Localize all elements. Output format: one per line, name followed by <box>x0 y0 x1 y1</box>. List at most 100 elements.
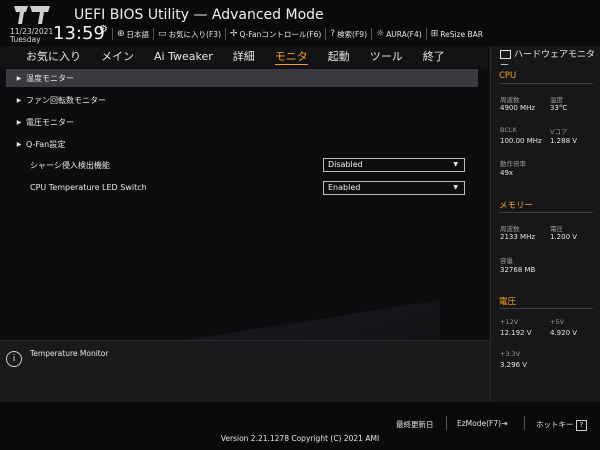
favorites-button[interactable]: ▭ お気に入り(F3) <box>153 28 225 40</box>
bclk-value: 100.00 MHz <box>500 137 542 145</box>
caret-down-icon: ▼ <box>453 184 458 191</box>
aura-button[interactable]: ☼ AURA(F4) <box>371 28 426 40</box>
tab-favorites[interactable]: お気に入り <box>0 46 91 68</box>
aura-label: AURA(F4) <box>386 29 422 39</box>
tab-boot[interactable]: 起動 <box>318 46 360 68</box>
info-icon: i <box>6 351 22 367</box>
submenu-label: 温度モニター <box>26 73 74 83</box>
tuf-logo <box>14 6 50 24</box>
divider <box>499 83 593 84</box>
hotkeys-label: ホットキー <box>536 420 574 429</box>
mem-freq-label: 周波数 <box>500 225 520 233</box>
submenu-label: Q-Fan設定 <box>26 139 66 149</box>
divider <box>524 416 525 430</box>
cpu-temp-value: 33°C <box>550 104 568 112</box>
ratio-label: 動作倍率 <box>500 160 526 168</box>
submenu-qfan-settings[interactable]: ▶ Q-Fan設定 <box>6 135 478 153</box>
tab-tool[interactable]: ツール <box>360 46 413 68</box>
clock-time[interactable]: 13:59 <box>53 23 105 44</box>
mem-capacity-label: 容量 <box>500 257 513 265</box>
chevron-right-icon: ▶ <box>16 140 22 148</box>
memory-heading: メモリー <box>499 201 534 211</box>
main-menu-bar: お気に入り メイン Ai Tweaker 詳細 モニタ 起動 ツール 終了 <box>0 46 490 68</box>
fan-icon: ✢ <box>230 29 238 39</box>
help-panel: i Temperature Monitor <box>0 340 490 403</box>
hw-title-text: ハードウェアモニター <box>500 50 596 71</box>
submenu-temperature-monitor[interactable]: ▶ 温度モニター <box>6 69 478 87</box>
main-panel: ▶ 温度モニター ▶ ファン回転数モニター ▶ 電圧モニター ▶ Q-Fan設定… <box>0 68 490 340</box>
header: UEFI BIOS Utility — Advanced Mode 11/23/… <box>0 0 600 46</box>
submenu-label: 電圧モニター <box>26 117 74 127</box>
cpu-heading: CPU <box>499 71 517 81</box>
tab-monitor[interactable]: モニタ <box>265 46 318 68</box>
vcore-label: Vコア <box>550 128 568 136</box>
language-button[interactable]: ⊕ 日本語 <box>112 28 153 40</box>
hotkeys-help-icon: ? <box>575 420 587 431</box>
mem-volt-label: 電圧 <box>550 225 563 233</box>
mem-freq-value: 2133 MHz <box>500 233 536 241</box>
language-label: 日本語 <box>126 29 150 39</box>
v33-label: +3.3V <box>500 350 521 358</box>
v33-value: 3.296 V <box>500 361 528 369</box>
mem-volt-value: 1.200 V <box>550 233 578 241</box>
dropdown-value: Enabled <box>328 183 361 192</box>
hw-monitor-title: ハードウェアモニター <box>500 50 596 72</box>
tab-exit[interactable]: 終了 <box>413 46 455 68</box>
day-value: Tuesday <box>10 35 41 44</box>
submenu-fan-speed-monitor[interactable]: ▶ ファン回転数モニター <box>6 91 478 109</box>
last-modified-button[interactable]: 最終更新日 <box>396 419 434 430</box>
divider <box>499 308 593 309</box>
chevron-right-icon: ▶ <box>16 74 22 82</box>
chevron-right-icon: ▶ <box>16 96 22 104</box>
caret-down-icon: ▼ <box>453 161 458 168</box>
app-title: UEFI BIOS Utility — Advanced Mode <box>74 7 324 23</box>
help-text: Temperature Monitor <box>30 349 109 358</box>
tab-ai-tweaker[interactable]: Ai Tweaker <box>144 46 223 68</box>
ezmode-button[interactable]: EzMode(F7)⇥ <box>457 419 507 428</box>
voltage-heading: 電圧 <box>499 297 517 307</box>
monitor-icon <box>500 50 511 59</box>
chassis-intrusion-label: シャーシ侵入検出機能 <box>30 161 110 170</box>
submenu-voltage-monitor[interactable]: ▶ 電圧モニター <box>6 113 478 131</box>
divider <box>499 212 593 213</box>
search-label: 検索(F9) <box>337 29 368 39</box>
resize-bar-label: ReSize BAR <box>440 29 484 39</box>
chevron-right-icon: ▶ <box>16 118 22 126</box>
divider <box>446 416 447 430</box>
gear-icon[interactable]: ⚙ <box>99 24 108 35</box>
dropdown-value: Disabled <box>328 160 363 169</box>
vcore-value: 1.288 V <box>550 137 578 145</box>
qfan-label: Q-Fanコントロール(F6) <box>239 29 322 39</box>
ezmode-label: EzMode(F7) <box>457 419 502 428</box>
cpu-temp-led-dropdown[interactable]: Enabled ▼ <box>323 181 465 195</box>
toolbar: ⊕ 日本語 ▭ お気に入り(F3) ✢ Q-Fanコントロール(F6) ? 検索… <box>112 28 487 40</box>
qfan-control-button[interactable]: ✢ Q-Fanコントロール(F6) <box>225 28 325 40</box>
mem-capacity-value: 32768 MB <box>500 266 536 274</box>
chassis-intrusion-dropdown[interactable]: Disabled ▼ <box>323 158 465 172</box>
search-button[interactable]: ? 検索(F9) <box>325 28 371 40</box>
cpu-temp-led-label: CPU Temperature LED Switch <box>30 183 147 192</box>
date-display: 11/23/2021 Tuesday <box>10 28 53 44</box>
aura-icon: ☼ <box>376 29 385 39</box>
cpu-freq-label: 周波数 <box>500 96 520 104</box>
tab-main[interactable]: メイン <box>91 46 144 68</box>
v12-value: 12.192 V <box>500 329 532 337</box>
hotkeys-button[interactable]: ホットキー ? <box>536 419 587 431</box>
v5-label: +5V <box>550 318 565 326</box>
search-help-icon: ? <box>330 29 336 39</box>
bclk-label: BCLK <box>500 126 517 134</box>
ratio-value: 49x <box>500 169 514 177</box>
exit-arrow-icon: ⇥ <box>501 419 508 428</box>
copyright-text: Version 2.21.1278 Copyright (C) 2021 AMI <box>220 434 380 443</box>
resize-bar-button[interactable]: ⊞ ReSize BAR <box>425 28 487 40</box>
favorites-icon: ▭ <box>158 29 167 39</box>
tab-advanced[interactable]: 詳細 <box>223 46 265 68</box>
cpu-freq-value: 4900 MHz <box>500 104 536 112</box>
v12-label: +12V <box>500 318 519 326</box>
submenu-label: ファン回転数モニター <box>26 95 106 105</box>
hardware-monitor-panel: ハードウェアモニター CPU 周波数 温度 4900 MHz 33°C BCLK… <box>490 46 600 402</box>
resize-bar-icon: ⊞ <box>430 29 439 39</box>
globe-icon: ⊕ <box>117 29 125 39</box>
cpu-temp-label: 温度 <box>550 96 563 104</box>
v5-value: 4.920 V <box>550 329 578 337</box>
